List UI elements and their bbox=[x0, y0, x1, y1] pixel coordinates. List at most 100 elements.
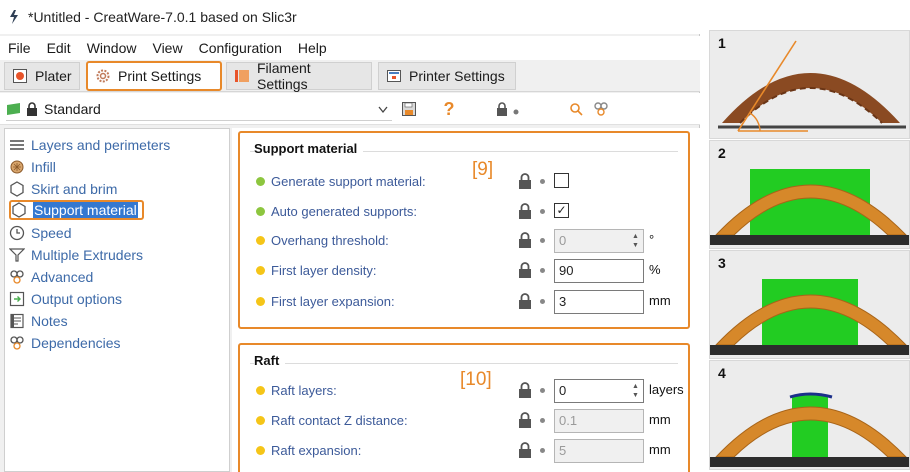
menu-configuration[interactable]: Configuration bbox=[191, 40, 290, 56]
generate-support-checkbox[interactable] bbox=[554, 173, 569, 188]
auto-supports-checkbox[interactable]: ✓ bbox=[554, 203, 569, 218]
sidebar-item-notes[interactable]: Notes bbox=[9, 311, 68, 331]
spin-up-icon[interactable]: ▲ bbox=[630, 232, 641, 241]
bullet-icon bbox=[540, 209, 545, 214]
raft-layers-unit: layers bbox=[649, 382, 684, 397]
lock-icon[interactable] bbox=[518, 232, 532, 248]
sidebar-item-infill[interactable]: Infill bbox=[9, 157, 56, 177]
first-layer-density-input[interactable]: 90 bbox=[554, 259, 644, 283]
lock-icon[interactable] bbox=[518, 442, 532, 458]
raft-layers-input[interactable]: 0 ▲ ▼ bbox=[554, 379, 644, 403]
panel-number: 4 bbox=[718, 365, 726, 381]
first-layer-density-label: First layer density: bbox=[271, 262, 377, 278]
first-layer-expansion-label: First layer expansion: bbox=[271, 293, 395, 309]
app-logo-icon bbox=[10, 10, 18, 24]
preset-bar: Standard ? bbox=[0, 93, 700, 125]
preset-select[interactable]: Standard bbox=[6, 97, 392, 121]
plater-icon bbox=[13, 69, 27, 83]
sidebar-item-output-options[interactable]: Output options bbox=[9, 289, 122, 309]
tab-filament-settings[interactable]: Filament Settings bbox=[226, 60, 372, 92]
sidebar-item-skirt-and-brim[interactable]: Skirt and brim bbox=[9, 179, 117, 199]
lock-icon[interactable] bbox=[518, 382, 532, 398]
sidebar-item-label: Support material bbox=[33, 202, 138, 218]
tab-filament-settings-label: Filament Settings bbox=[257, 60, 311, 92]
question-button[interactable]: ? bbox=[440, 99, 458, 119]
arch-full-support-image bbox=[710, 169, 909, 245]
status-dot-yellow bbox=[256, 296, 265, 306]
search-button[interactable] bbox=[568, 99, 584, 119]
raft-expansion-input[interactable]: 5 bbox=[554, 439, 644, 463]
raft-contact-z-unit: mm bbox=[649, 412, 671, 427]
raft-contact-z-input[interactable]: 0.1 bbox=[554, 409, 644, 433]
raft-expansion-unit: mm bbox=[649, 442, 671, 457]
status-dot-yellow bbox=[256, 235, 265, 245]
lock-icon[interactable] bbox=[518, 262, 532, 278]
lock-icon[interactable] bbox=[518, 293, 532, 309]
raft-expansion-value: 5 bbox=[559, 443, 567, 458]
menu-file[interactable]: File bbox=[0, 40, 39, 56]
panel-number: 1 bbox=[718, 35, 726, 51]
sidebar-item-speed[interactable]: Speed bbox=[9, 223, 71, 243]
bullet-icon bbox=[540, 448, 545, 453]
expansion-unit: mm bbox=[649, 293, 671, 308]
sidebar-item-layers-and-perimeters[interactable]: Layers and perimeters bbox=[9, 135, 170, 155]
tab-print-settings[interactable]: Print Settings bbox=[86, 61, 222, 91]
tab-printer-settings-label: Printer Settings bbox=[409, 68, 505, 84]
skirt-icon bbox=[10, 181, 24, 197]
generate-support-label: Generate support material: bbox=[271, 173, 426, 189]
panel-number: 2 bbox=[718, 145, 726, 161]
notes-icon bbox=[10, 313, 24, 329]
tab-print-settings-label: Print Settings bbox=[118, 68, 202, 84]
row-raft-expansion: Raft expansion: 5 mm bbox=[256, 439, 686, 463]
overhang-threshold-input[interactable]: 0 ▲ ▼ bbox=[554, 229, 644, 253]
menu-edit[interactable]: Edit bbox=[39, 40, 79, 56]
tab-plater[interactable]: Plater bbox=[4, 62, 80, 90]
status-dot-yellow bbox=[256, 445, 265, 455]
row-raft-contact-z: Raft contact Z distance: 0.1 mm bbox=[256, 409, 686, 433]
lock-icon[interactable] bbox=[518, 203, 532, 219]
save-preset-button[interactable] bbox=[400, 99, 418, 119]
illustration-panel-2: 2 bbox=[709, 140, 910, 249]
lock-dot-icon bbox=[497, 102, 519, 116]
raft-contact-z-label: Raft contact Z distance: bbox=[271, 412, 408, 428]
spin-control[interactable]: ▲ ▼ bbox=[630, 382, 641, 400]
sidebar-item-label: Skirt and brim bbox=[31, 181, 118, 197]
window-title: *Untitled - CreatWare-7.0.1 based on Sli… bbox=[28, 9, 297, 25]
status-dot-yellow bbox=[256, 415, 265, 425]
dependencies-icon bbox=[10, 336, 24, 350]
menu-view[interactable]: View bbox=[144, 40, 190, 56]
illustration-panel-3: 3 bbox=[709, 250, 910, 359]
spin-down-icon[interactable]: ▼ bbox=[630, 241, 641, 250]
spin-down-icon[interactable]: ▼ bbox=[630, 391, 641, 400]
sidebar-item-advanced[interactable]: Advanced bbox=[9, 267, 93, 287]
group-divider bbox=[250, 363, 678, 364]
first-layer-density-value: 90 bbox=[559, 263, 574, 278]
sidebar-item-dependencies[interactable]: Dependencies bbox=[9, 333, 121, 353]
compare-button[interactable] bbox=[592, 99, 610, 119]
lock-icon[interactable] bbox=[518, 173, 532, 189]
infill-icon bbox=[10, 160, 24, 174]
row-generate-support: Generate support material: bbox=[256, 170, 686, 192]
sidebar-item-support-material[interactable]: Support material bbox=[9, 200, 144, 220]
extruders-icon bbox=[9, 248, 25, 262]
first-layer-expansion-input[interactable]: 3 bbox=[554, 290, 644, 314]
overhang-unit: ° bbox=[649, 232, 655, 247]
row-overhang-threshold: Overhang threshold: 0 ▲ ▼ ° bbox=[256, 229, 686, 253]
raft-group: Raft [10] Raft layers: 0 ▲ ▼ layers Raft … bbox=[238, 343, 690, 472]
sidebar-item-label: Infill bbox=[31, 159, 56, 175]
arch-narrow-support-image bbox=[710, 392, 909, 467]
bullet-icon bbox=[540, 179, 545, 184]
menu-window[interactable]: Window bbox=[79, 40, 145, 56]
spin-up-icon[interactable]: ▲ bbox=[630, 382, 641, 391]
sidebar-item-multiple-extruders[interactable]: Multiple Extruders bbox=[9, 245, 143, 265]
menu-help[interactable]: Help bbox=[290, 40, 335, 56]
row-auto-generated-supports: Auto generated supports: ✓ bbox=[256, 200, 686, 222]
status-dot-green bbox=[256, 176, 265, 186]
lock-dot-button[interactable] bbox=[494, 99, 524, 119]
tab-printer-settings[interactable]: Printer Settings bbox=[378, 62, 516, 90]
status-dot-yellow bbox=[256, 385, 265, 395]
support-icon bbox=[12, 202, 26, 218]
spin-control[interactable]: ▲ ▼ bbox=[630, 232, 641, 250]
lock-icon[interactable] bbox=[518, 412, 532, 428]
overhang-threshold-value: 0 bbox=[559, 233, 567, 248]
